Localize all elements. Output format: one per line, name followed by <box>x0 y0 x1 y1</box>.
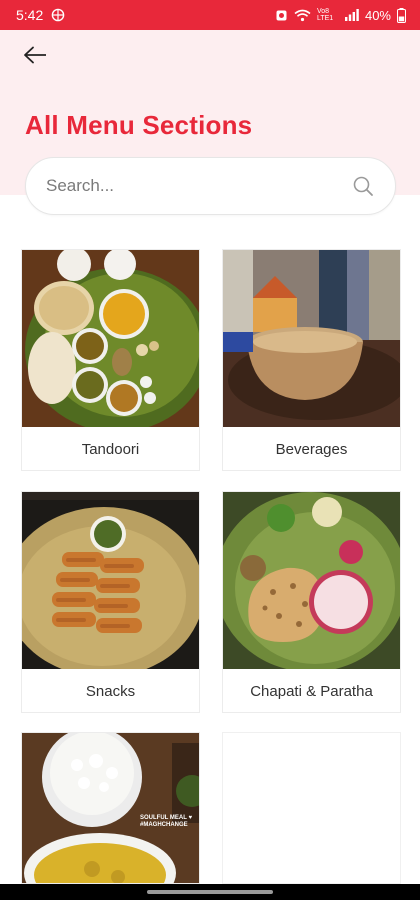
section-card-label: Chapati & Paratha <box>250 682 373 700</box>
section-card-tandoori[interactable]: Tandoori <box>21 249 200 471</box>
battery-percent: 40% <box>364 7 391 23</box>
section-card-beverages[interactable]: Beverages <box>222 249 401 471</box>
search-icon[interactable] <box>351 174 375 198</box>
section-card-snacks[interactable]: Snacks <box>21 491 200 713</box>
arrow-left-icon <box>23 46 47 69</box>
thali-plate-photo <box>22 250 199 427</box>
search-bar[interactable] <box>25 157 396 215</box>
section-card-chapati-paratha[interactable]: Chapati & Paratha <box>222 491 401 713</box>
status-time: 5:42 <box>16 7 44 23</box>
signal-icon <box>344 9 359 21</box>
section-card-label: Tandoori <box>81 440 140 458</box>
system-nav-bar <box>0 884 420 900</box>
status-bar: 5:42 Vo8 LTE1 40% <box>0 0 420 30</box>
rice-dal-photo <box>22 733 199 883</box>
section-card-label: Snacks <box>85 682 136 700</box>
section-card-rice-dal[interactable]: SOULFUL MEAL ♥ #MAGHCHANGE <box>21 732 200 884</box>
network-label: Vo8 LTE1 <box>316 8 334 22</box>
paratha-leaf-photo <box>223 492 400 669</box>
battery-icon <box>397 7 406 23</box>
photo-watermark: SOULFUL MEAL ♥ #MAGHCHANGE <box>140 815 193 828</box>
chai-cup-photo <box>223 250 400 427</box>
back-button[interactable] <box>18 44 52 70</box>
alarm-icon <box>275 9 288 22</box>
kebab-leaf-photo <box>22 492 199 669</box>
home-handle[interactable] <box>147 890 273 894</box>
search-input[interactable] <box>46 176 351 196</box>
page-title: All Menu Sections <box>25 110 253 140</box>
globe-icon <box>51 8 65 22</box>
section-card-label: Beverages <box>275 440 348 458</box>
wifi-icon <box>294 9 311 22</box>
section-card-placeholder <box>222 732 401 884</box>
